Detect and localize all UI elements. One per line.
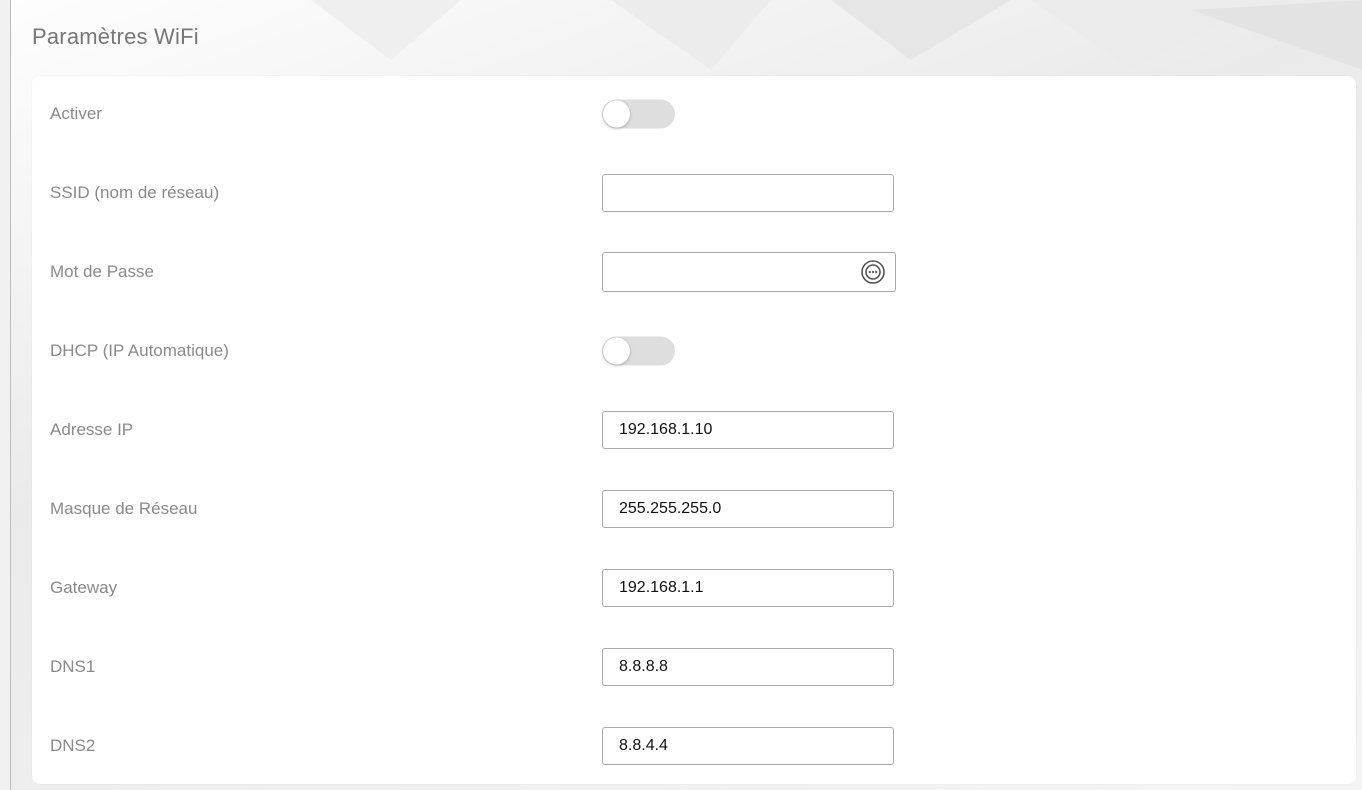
gateway-input[interactable] — [602, 569, 894, 607]
dns2-label: DNS2 — [50, 736, 96, 755]
ip-label: Adresse IP — [50, 420, 134, 439]
netmask-label: Masque de Réseau — [50, 499, 198, 518]
dns2-input[interactable] — [602, 727, 894, 765]
show-password-icon[interactable] — [860, 259, 886, 285]
ip-input[interactable] — [602, 411, 894, 449]
password-input[interactable] — [602, 252, 896, 292]
row-password: Mot de Passe — [32, 252, 1356, 292]
row-netmask: Masque de Réseau — [32, 489, 1356, 529]
row-dhcp: DHCP (IP Automatique) — [32, 331, 1356, 371]
password-label: Mot de Passe — [50, 262, 154, 281]
password-wrapper — [602, 252, 896, 292]
row-activer: Activer — [32, 94, 1356, 134]
dns1-input[interactable] — [602, 648, 894, 686]
ssid-label: SSID (nom de réseau) — [50, 183, 220, 202]
row-ssid: SSID (nom de réseau) — [32, 173, 1356, 213]
row-dns2: DNS2 — [32, 726, 1356, 766]
toggle-knob — [603, 100, 630, 128]
row-gateway: Gateway — [32, 568, 1356, 608]
gateway-label: Gateway — [50, 578, 118, 597]
dns1-label: DNS1 — [50, 657, 96, 676]
netmask-input[interactable] — [602, 490, 894, 528]
activer-toggle[interactable] — [602, 99, 675, 129]
ssid-input[interactable] — [602, 174, 894, 212]
settings-card: Activer SSID (nom de réseau) Mot de Pass… — [32, 76, 1356, 784]
dhcp-label: DHCP (IP Automatique) — [50, 341, 229, 360]
activer-label: Activer — [50, 104, 102, 123]
row-ip: Adresse IP — [32, 410, 1356, 450]
row-dns1: DNS1 — [32, 647, 1356, 687]
toggle-knob — [603, 337, 630, 365]
page-title: Paramètres WiFi — [32, 24, 199, 49]
dhcp-toggle[interactable] — [602, 336, 675, 366]
